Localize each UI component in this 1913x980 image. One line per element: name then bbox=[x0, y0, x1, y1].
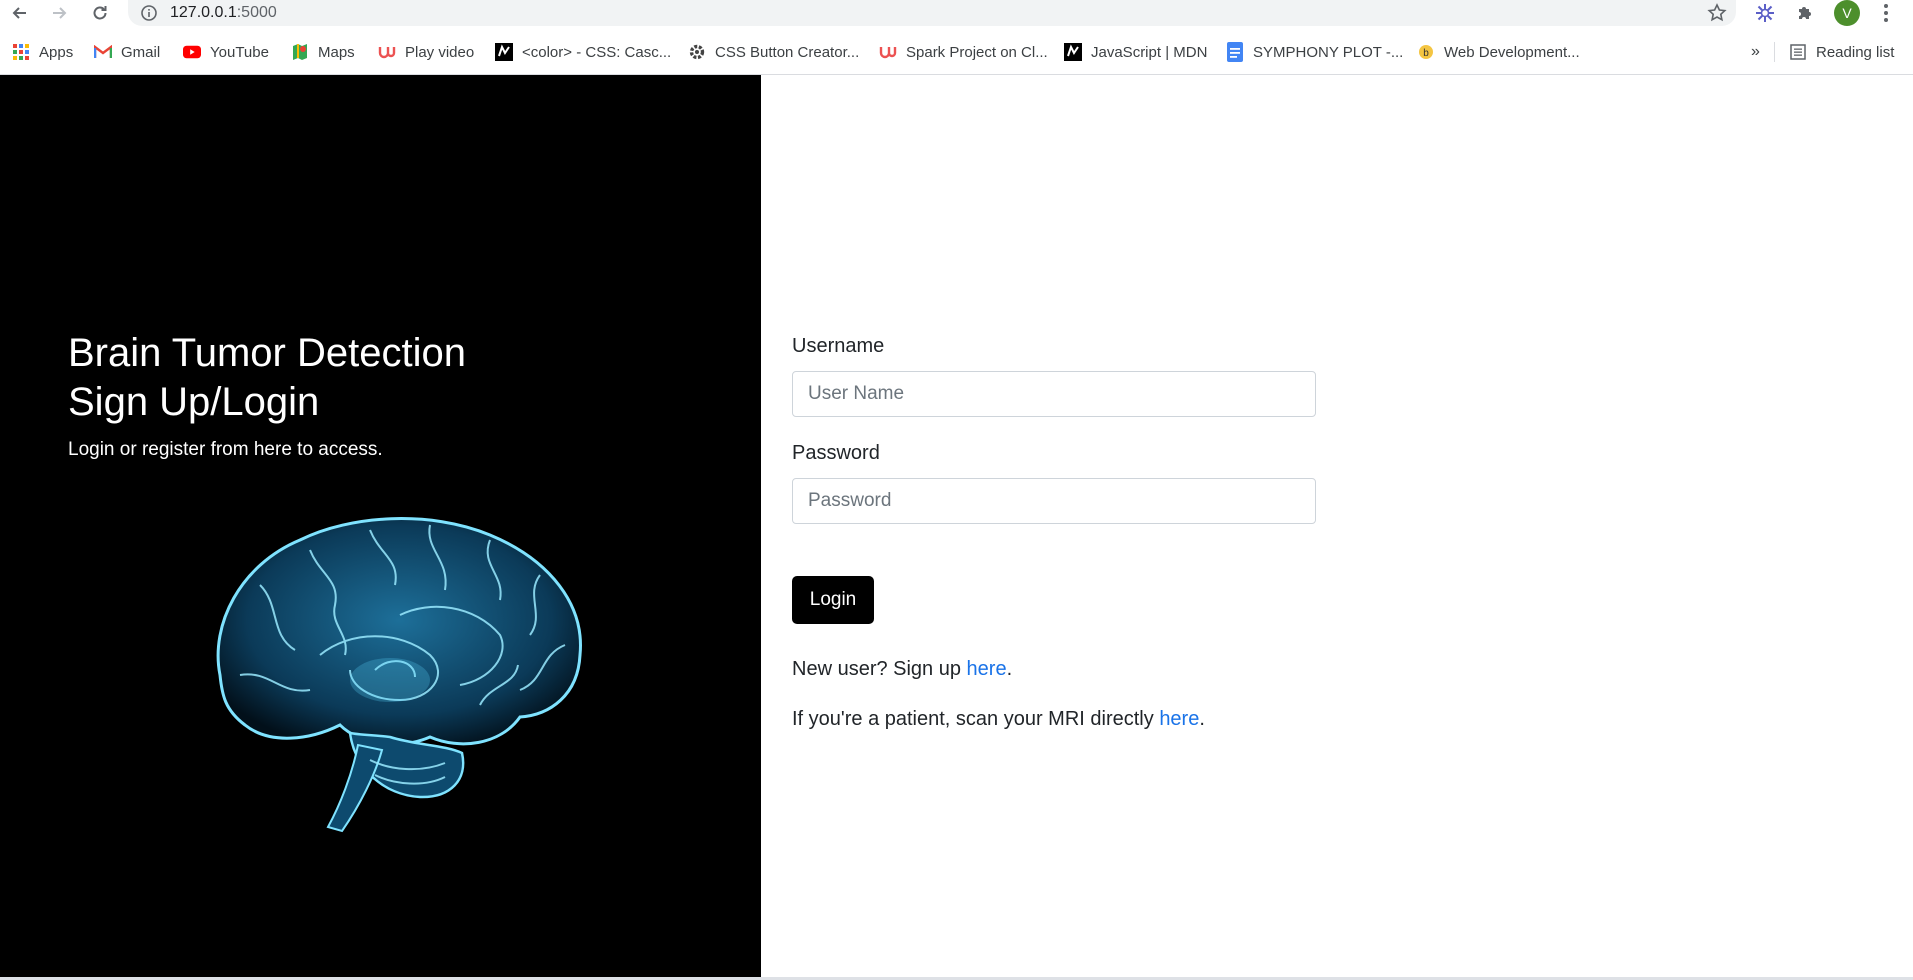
reading-list-label: Reading list bbox=[1816, 43, 1895, 61]
menu-kebab-icon[interactable] bbox=[1874, 1, 1898, 25]
bookmark-label: Spark Project on Cl... bbox=[906, 43, 1048, 61]
web-dev-icon: b bbox=[1417, 43, 1435, 61]
bookmarks-overflow-button[interactable]: » bbox=[1751, 40, 1760, 64]
patient-prefix: If you're a patient, scan your MRI direc… bbox=[792, 708, 1160, 730]
bookmark-css-button-creator[interactable]: CSS Button Creator... bbox=[688, 40, 859, 64]
bookmark-label: Play video bbox=[405, 43, 475, 61]
address-bar[interactable]: 127.0.0.1:5000 bbox=[128, 0, 1736, 26]
bookmark-label: JavaScript | MDN bbox=[1091, 43, 1208, 61]
reading-list-icon bbox=[1789, 43, 1807, 61]
browser-toolbar: 127.0.0.1:5000 V bbox=[0, 0, 1913, 26]
bookmark-label: Apps bbox=[39, 43, 74, 61]
bookmark-play-video[interactable]: Play video bbox=[378, 40, 474, 64]
bookmarks-divider bbox=[1774, 42, 1775, 62]
bookmark-maps[interactable]: Maps bbox=[291, 40, 355, 64]
site-info-icon[interactable] bbox=[140, 4, 158, 22]
youtube-icon bbox=[183, 43, 201, 61]
brain-illustration bbox=[216, 517, 582, 833]
profile-avatar[interactable]: V bbox=[1834, 0, 1860, 26]
bookmark-gmail[interactable]: Gmail bbox=[94, 40, 160, 64]
udemy-icon bbox=[879, 43, 897, 61]
svg-text:b: b bbox=[1423, 48, 1429, 59]
bookmark-star-icon[interactable] bbox=[1706, 2, 1728, 24]
gmail-icon bbox=[94, 43, 112, 61]
password-label: Password bbox=[792, 442, 880, 464]
bookmark-symphony-plot[interactable]: SYMPHONY PLOT -... bbox=[1226, 40, 1403, 64]
hero-panel: Brain Tumor Detection Sign Up/Login Logi… bbox=[0, 75, 761, 977]
signup-link[interactable]: here bbox=[967, 658, 1007, 680]
title-line-2: Sign Up/Login bbox=[68, 380, 320, 424]
title-line-1: Brain Tumor Detection bbox=[68, 331, 466, 375]
bookmark-label: Maps bbox=[318, 43, 355, 61]
extensions-puzzle-icon[interactable] bbox=[1793, 1, 1817, 25]
bookmark-label: <color> - CSS: Casc... bbox=[522, 43, 672, 61]
bookmark-spark-project[interactable]: Spark Project on Cl... bbox=[879, 40, 1048, 64]
url-port: :5000 bbox=[236, 4, 277, 21]
mdn-icon bbox=[1064, 43, 1082, 61]
reload-icon[interactable] bbox=[86, 0, 114, 26]
reading-list-button[interactable]: Reading list bbox=[1789, 40, 1894, 64]
page-subtitle: Login or register from here to access. bbox=[68, 439, 383, 460]
patient-suffix: . bbox=[1199, 708, 1205, 730]
login-form: Username Password Login New user? Sign u… bbox=[792, 75, 1322, 977]
gear-icon bbox=[688, 43, 706, 61]
username-input[interactable] bbox=[792, 371, 1316, 417]
udemy-icon bbox=[378, 43, 396, 61]
bookmark-youtube[interactable]: YouTube bbox=[183, 40, 269, 64]
google-docs-icon bbox=[1226, 42, 1244, 62]
signup-prefix: New user? Sign up bbox=[792, 658, 967, 680]
bookmark-label: CSS Button Creator... bbox=[715, 43, 860, 61]
bookmark-label: YouTube bbox=[210, 43, 269, 61]
bookmark-apps[interactable]: Apps bbox=[12, 40, 73, 64]
bookmark-label: Web Development... bbox=[1444, 43, 1580, 61]
page-title: Brain Tumor Detection Sign Up/Login bbox=[68, 329, 668, 427]
forward-icon[interactable] bbox=[45, 0, 73, 26]
mdn-icon bbox=[495, 43, 513, 61]
back-icon[interactable] bbox=[6, 0, 34, 26]
extension-sparkle-icon[interactable] bbox=[1753, 1, 1777, 25]
page-content: Brain Tumor Detection Sign Up/Login Logi… bbox=[0, 75, 1913, 977]
bookmark-web-development[interactable]: b Web Development... bbox=[1417, 40, 1580, 64]
url-text[interactable]: 127.0.0.1:5000 bbox=[170, 4, 277, 22]
maps-icon bbox=[291, 43, 309, 61]
login-button[interactable]: Login bbox=[792, 576, 874, 624]
signup-suffix: . bbox=[1006, 658, 1013, 680]
patient-scan-text: If you're a patient, scan your MRI direc… bbox=[792, 708, 1205, 731]
bookmark-label: Gmail bbox=[121, 43, 161, 61]
apps-grid-icon bbox=[12, 43, 30, 61]
bookmark-css-color[interactable]: <color> - CSS: Casc... bbox=[495, 40, 671, 64]
bookmark-javascript-mdn[interactable]: JavaScript | MDN bbox=[1064, 40, 1207, 64]
password-input[interactable] bbox=[792, 478, 1316, 524]
url-host: 127.0.0.1 bbox=[170, 4, 237, 21]
username-label: Username bbox=[792, 335, 885, 357]
bookmarks-bar: Apps Gmail YouTube Maps Play video <colo… bbox=[0, 30, 1913, 75]
patient-scan-link[interactable]: here bbox=[1159, 708, 1199, 730]
signup-text: New user? Sign up here. bbox=[792, 658, 1012, 681]
bookmark-label: SYMPHONY PLOT -... bbox=[1253, 43, 1404, 61]
